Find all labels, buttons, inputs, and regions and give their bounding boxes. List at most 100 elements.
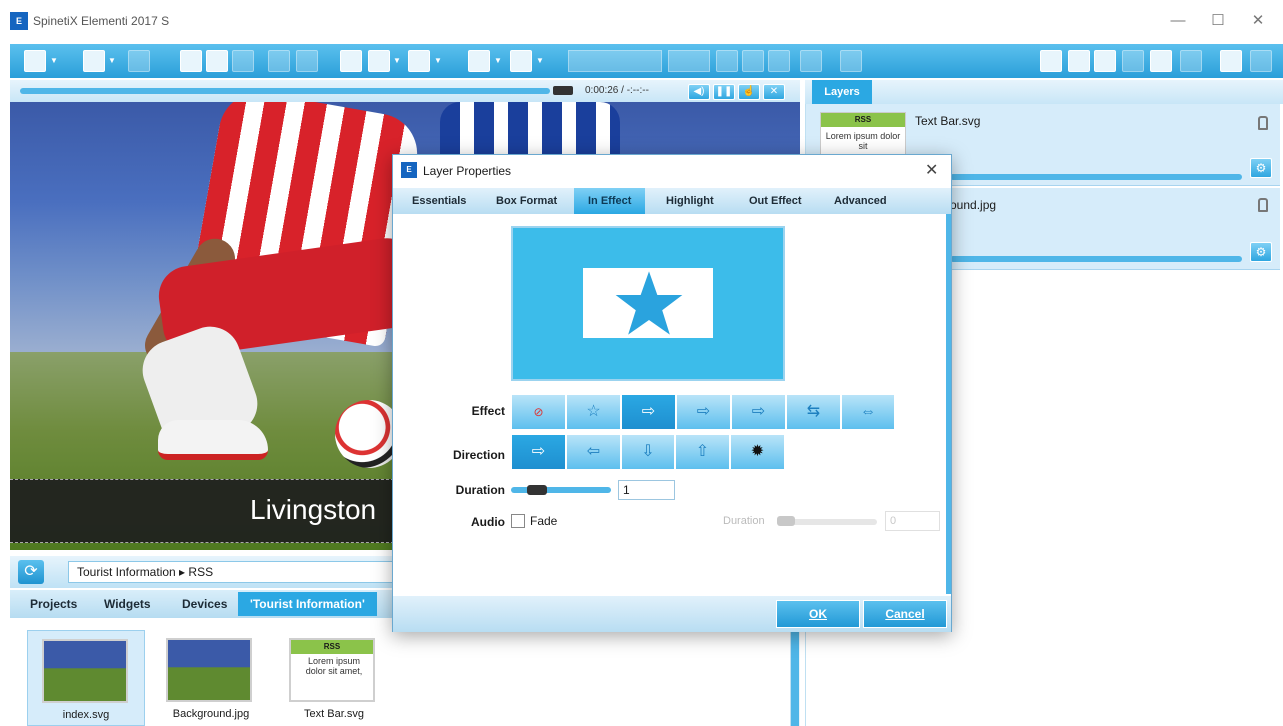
hand-icon[interactable]: ☝ bbox=[738, 84, 760, 100]
effect-split-option[interactable]: ⇆ bbox=[786, 394, 841, 430]
gear-icon[interactable]: ⚙ bbox=[1250, 242, 1272, 262]
refresh-icon[interactable]: ⟳ bbox=[18, 560, 44, 584]
add-image-layer-icon[interactable] bbox=[1150, 50, 1172, 72]
italic-icon[interactable] bbox=[742, 50, 764, 72]
layer-tool-icon[interactable] bbox=[1122, 50, 1144, 72]
stop-icon[interactable]: ✕ bbox=[763, 84, 785, 100]
tab-advanced[interactable]: Advanced bbox=[820, 188, 901, 214]
chevron-down-icon[interactable]: ▼ bbox=[536, 50, 544, 72]
direction-up-option[interactable]: ⇧ bbox=[675, 434, 730, 470]
menu-icon[interactable] bbox=[24, 50, 46, 72]
tab-tourist-information[interactable]: 'Tourist Information' bbox=[238, 592, 377, 616]
close-window-button[interactable]: ✕ bbox=[1238, 8, 1278, 34]
tab-highlight[interactable]: Highlight bbox=[652, 188, 728, 214]
tab-projects[interactable]: Projects bbox=[18, 592, 89, 616]
chevron-down-icon[interactable]: ▼ bbox=[393, 50, 401, 72]
tab-essentials[interactable]: Essentials bbox=[398, 188, 480, 214]
duration-input[interactable]: 1 bbox=[618, 480, 675, 500]
save-icon[interactable] bbox=[128, 50, 150, 72]
playback-slider-thumb[interactable] bbox=[553, 86, 573, 95]
library-path-field[interactable]: Tourist Information ▸ RSS bbox=[68, 561, 396, 583]
tab-out-effect[interactable]: Out Effect bbox=[735, 188, 816, 214]
stroke-color-icon[interactable] bbox=[510, 50, 532, 72]
tab-box-format[interactable]: Box Format bbox=[482, 188, 571, 214]
redo-icon[interactable] bbox=[296, 50, 318, 72]
chevron-down-icon[interactable]: ▼ bbox=[434, 50, 442, 72]
fade-label: Fade bbox=[530, 514, 558, 528]
layer-timeline-bar[interactable] bbox=[950, 174, 1242, 180]
chevron-down-icon[interactable]: ▼ bbox=[108, 50, 116, 72]
star-icon bbox=[615, 271, 683, 335]
file-thumbnail bbox=[42, 639, 128, 703]
direction-random-option[interactable]: ✹ bbox=[730, 434, 785, 470]
page-settings-icon[interactable] bbox=[1220, 50, 1242, 72]
minimize-button[interactable]: — bbox=[1158, 8, 1198, 34]
duration-slider-thumb[interactable] bbox=[527, 485, 547, 495]
lock-icon[interactable] bbox=[1258, 198, 1268, 212]
direction-label: Direction bbox=[452, 448, 505, 462]
fill-color-icon[interactable] bbox=[468, 50, 490, 72]
library-item[interactable]: RSS Lorem ipsum dolor sit amet, Text Bar… bbox=[275, 630, 393, 726]
chevron-down-icon[interactable]: ▼ bbox=[494, 50, 502, 72]
direction-left-option[interactable]: ⇦ bbox=[566, 434, 621, 470]
rss-body: Lorem ipsum dolor sit bbox=[825, 131, 901, 151]
tab-in-effect[interactable]: In Effect bbox=[574, 188, 646, 214]
gear-icon[interactable]: ⚙ bbox=[1250, 158, 1272, 178]
add-text-layer-icon[interactable] bbox=[1068, 50, 1090, 72]
tab-layers[interactable]: Layers bbox=[812, 80, 872, 104]
rectangle-icon[interactable] bbox=[340, 50, 362, 72]
distribute-icon[interactable] bbox=[408, 50, 430, 72]
copy-icon[interactable] bbox=[206, 50, 228, 72]
lock-icon[interactable] bbox=[1258, 116, 1268, 130]
duration-slider[interactable] bbox=[511, 487, 611, 493]
effect-none-option[interactable]: ⊘ bbox=[511, 394, 566, 430]
text-align-icon[interactable] bbox=[800, 50, 822, 72]
align-icon[interactable] bbox=[368, 50, 390, 72]
tab-devices[interactable]: Devices bbox=[170, 592, 239, 616]
new-file-icon[interactable] bbox=[83, 50, 105, 72]
effect-push-option[interactable]: ⇨ bbox=[731, 394, 786, 430]
effect-label: Effect bbox=[471, 404, 505, 418]
library-item[interactable]: Background.jpg bbox=[152, 630, 270, 726]
remove-layer-icon[interactable] bbox=[1040, 50, 1062, 72]
window-title: SpinetiX Elementi 2017 S bbox=[33, 14, 170, 28]
bold-icon[interactable] bbox=[716, 50, 738, 72]
playback-progress-track[interactable] bbox=[20, 88, 550, 94]
close-icon[interactable]: ✕ bbox=[925, 160, 938, 180]
app-icon: E bbox=[401, 162, 417, 178]
cut-icon[interactable] bbox=[180, 50, 202, 72]
file-thumbnail bbox=[166, 638, 252, 702]
audio-duration-input[interactable]: 0 bbox=[885, 511, 940, 531]
effect-zoom-option[interactable]: ⇔ bbox=[841, 394, 895, 430]
direction-down-option[interactable]: ⇩ bbox=[621, 434, 675, 470]
font-family-select[interactable] bbox=[568, 50, 662, 72]
effect-slide-option[interactable]: ⇨ bbox=[621, 394, 676, 430]
text-options-icon[interactable] bbox=[840, 50, 862, 72]
layer-timeline-bar[interactable] bbox=[950, 256, 1242, 262]
audio-duration-slider-thumb[interactable] bbox=[777, 516, 795, 526]
volume-icon[interactable]: ◀) bbox=[688, 84, 710, 100]
duration-label: Duration bbox=[455, 483, 505, 497]
chevron-down-icon[interactable]: ▼ bbox=[50, 50, 58, 72]
effect-wipe-option[interactable]: ⇨ bbox=[676, 394, 731, 430]
direction-right-option[interactable]: ⇨ bbox=[511, 434, 566, 470]
dialog-scrollbar[interactable] bbox=[946, 214, 951, 594]
tab-widgets[interactable]: Widgets bbox=[92, 592, 163, 616]
text-style-icon[interactable] bbox=[768, 50, 790, 72]
layer-tool-icon[interactable] bbox=[1180, 50, 1202, 72]
paste-icon[interactable] bbox=[232, 50, 254, 72]
pause-icon[interactable]: ❚❚ bbox=[713, 84, 735, 100]
add-bar-layer-icon[interactable] bbox=[1094, 50, 1116, 72]
cancel-button[interactable]: Cancel bbox=[863, 600, 947, 628]
library-scrollbar-thumb[interactable] bbox=[791, 622, 799, 726]
title-bar bbox=[0, 0, 1283, 44]
font-size-select[interactable] bbox=[668, 50, 710, 72]
ok-button[interactable]: OK bbox=[776, 600, 860, 628]
audio-duration-label: Duration bbox=[723, 515, 765, 527]
effect-fade-option[interactable]: ☆ bbox=[566, 394, 621, 430]
maximize-button[interactable]: ☐ bbox=[1198, 8, 1238, 34]
undo-icon[interactable] bbox=[268, 50, 290, 72]
more-icon[interactable] bbox=[1250, 50, 1272, 72]
fade-checkbox[interactable] bbox=[511, 514, 525, 528]
library-item[interactable]: index.svg bbox=[27, 630, 145, 726]
